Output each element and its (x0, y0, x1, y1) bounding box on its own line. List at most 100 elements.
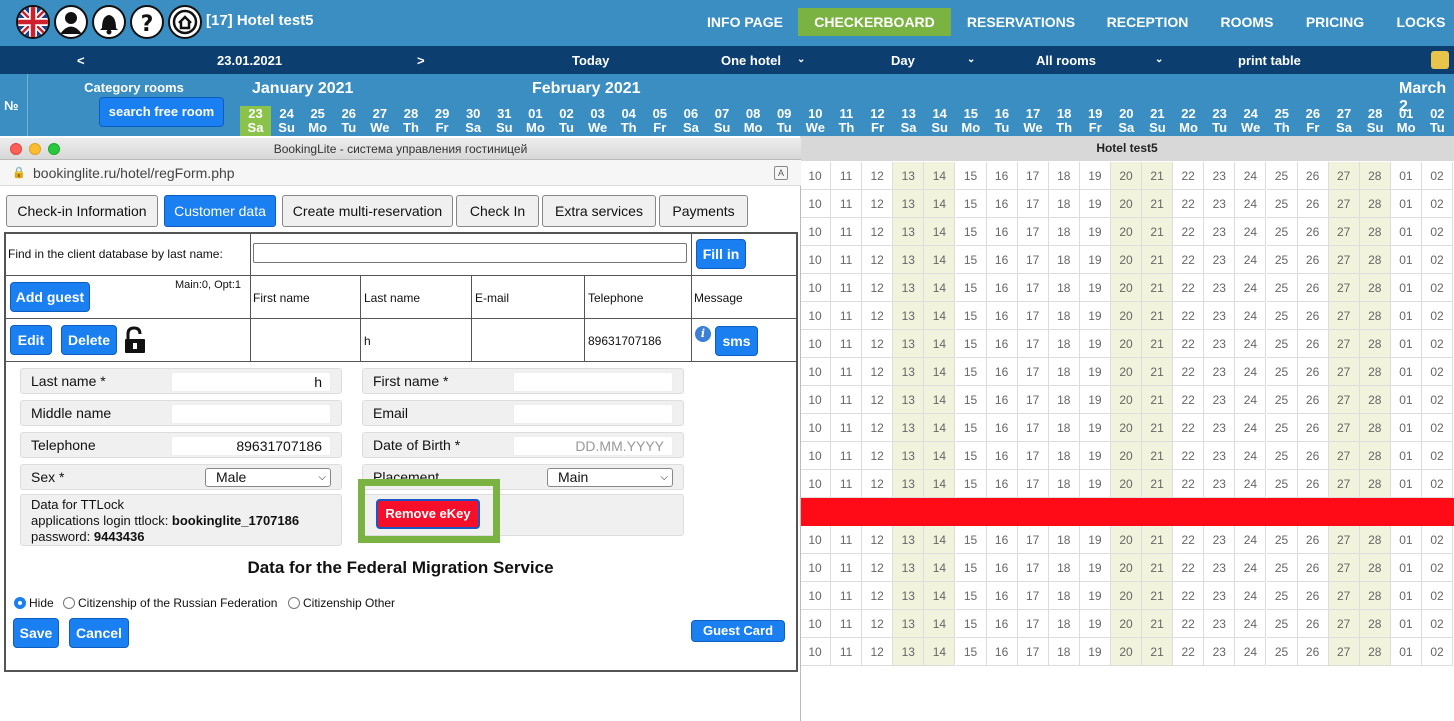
grid-cell[interactable]: 02 (1422, 414, 1453, 442)
grid-cell[interactable]: 12 (862, 610, 894, 638)
grid-cell[interactable]: 16 (986, 358, 1018, 386)
day-header-cell[interactable]: 06 Sa (675, 106, 706, 136)
grid-cell[interactable]: 22 (1173, 386, 1205, 414)
grid-cell[interactable]: 22 (1173, 498, 1205, 526)
grid-cell[interactable]: 22 (1173, 526, 1205, 554)
grid-cell[interactable]: 24 (1235, 610, 1267, 638)
grid-cell[interactable]: 13 (893, 386, 925, 414)
grid-cell[interactable]: 27 (1328, 302, 1360, 330)
grid-cell[interactable]: 15 (955, 610, 987, 638)
grid-cell[interactable]: 10 (800, 218, 831, 246)
grid-cell[interactable]: 24 (1235, 442, 1267, 470)
grid-cell[interactable]: 10 (800, 274, 831, 302)
grid-cell[interactable]: 13 (893, 330, 925, 358)
current-date[interactable]: 23.01.2021 (217, 53, 282, 68)
grid-cell[interactable]: 26 (1297, 554, 1329, 582)
grid-cell[interactable]: 21 (1142, 358, 1174, 386)
grid-cell[interactable]: 02 (1422, 330, 1453, 358)
grid-cell[interactable]: 20 (1111, 302, 1142, 330)
grid-cell[interactable]: 02 (1422, 274, 1453, 302)
nav-reception[interactable]: RECEPTION (1100, 8, 1195, 36)
nav-pricing[interactable]: PRICING (1300, 8, 1370, 36)
grid-cell[interactable]: 14 (924, 498, 956, 526)
grid-cell[interactable]: 22 (1173, 582, 1205, 610)
add-guest-button[interactable]: Add guest (10, 282, 90, 312)
grid-cell[interactable]: 25 (1266, 246, 1298, 274)
grid-cell[interactable]: 01 (1390, 190, 1422, 218)
grid-cell[interactable]: 19 (1079, 358, 1111, 386)
day-header-cell[interactable]: 21 Su (1142, 106, 1173, 136)
grid-cell[interactable]: 15 (955, 162, 987, 190)
grid-cell[interactable]: 18 (1048, 358, 1080, 386)
grid-cell[interactable]: 16 (986, 526, 1018, 554)
grid-cell[interactable]: 02 (1422, 610, 1453, 638)
grid-cell[interactable]: 22 (1173, 610, 1205, 638)
grid-cell[interactable]: 10 (800, 610, 831, 638)
user-icon[interactable] (54, 5, 88, 39)
grid-cell[interactable]: 26 (1297, 386, 1329, 414)
grid-cell[interactable]: 23 (1204, 386, 1236, 414)
day-header-cell[interactable]: 05 Fr (644, 106, 675, 136)
grid-cell[interactable]: 19 (1079, 246, 1111, 274)
grid-cell[interactable]: 17 (1017, 218, 1049, 246)
grid-cell[interactable]: 12 (862, 414, 894, 442)
grid-cell[interactable]: 10 (800, 582, 831, 610)
rooms-select[interactable]: All rooms (1036, 53, 1096, 68)
grid-cell[interactable]: 13 (893, 442, 925, 470)
grid-cell[interactable]: 16 (986, 302, 1018, 330)
guest-card-button[interactable]: Guest Card (691, 620, 785, 642)
grid-cell[interactable]: 27 (1328, 190, 1360, 218)
grid-cell[interactable]: 10 (800, 414, 831, 442)
grid-cell[interactable]: 24 (1235, 582, 1267, 610)
grid-cell[interactable]: 15 (955, 442, 987, 470)
grid-cell[interactable]: 14 (924, 218, 956, 246)
grid-cell[interactable]: 19 (1079, 526, 1111, 554)
fill-in-button[interactable]: Fill in (696, 239, 746, 269)
grid-cell[interactable]: 12 (862, 386, 894, 414)
uk-flag-icon[interactable] (16, 5, 50, 39)
grid-cell[interactable]: 27 (1328, 470, 1360, 498)
grid-cell[interactable]: 25 (1266, 582, 1298, 610)
grid-cell[interactable]: 01 (1390, 638, 1422, 666)
grid-cell[interactable]: 24 (1235, 162, 1267, 190)
grid-cell[interactable]: 14 (924, 330, 956, 358)
grid-cell[interactable]: 20 (1111, 638, 1142, 666)
grid-cell[interactable]: 12 (862, 162, 894, 190)
grid-cell[interactable]: 11 (831, 302, 863, 330)
grid-cell[interactable]: 12 (862, 246, 894, 274)
maximize-window-icon[interactable] (48, 143, 60, 155)
grid-cell[interactable]: 11 (831, 638, 863, 666)
radio-citizenship-other[interactable]: Citizenship Other (288, 596, 395, 610)
date-of-birth-input[interactable]: DD.MM.YYYY (513, 436, 673, 456)
grid-cell[interactable]: 23 (1204, 302, 1236, 330)
save-button[interactable]: Save (13, 618, 59, 648)
grid-cell[interactable]: 21 (1142, 498, 1174, 526)
grid-cell[interactable]: 19 (1079, 582, 1111, 610)
grid-cell[interactable]: 28 (1359, 442, 1391, 470)
day-header-cell[interactable]: 29 Fr (427, 106, 458, 136)
grid-cell[interactable]: 01 (1390, 554, 1422, 582)
grid-cell[interactable]: 28 (1359, 470, 1391, 498)
grid-cell[interactable]: 25 (1266, 274, 1298, 302)
grid-cell[interactable]: 18 (1048, 302, 1080, 330)
grid-cell[interactable]: 22 (1173, 162, 1205, 190)
grid-cell[interactable]: 26 (1297, 162, 1329, 190)
day-header-cell[interactable]: 23 Sa (240, 106, 271, 136)
grid-cell[interactable]: 17 (1017, 414, 1049, 442)
grid-cell[interactable]: 21 (1142, 414, 1174, 442)
grid-cell[interactable]: 12 (862, 274, 894, 302)
grid-cell[interactable]: 16 (986, 498, 1018, 526)
grid-cell[interactable]: 13 (893, 246, 925, 274)
tab-check-in-information[interactable]: Check-in Information (6, 195, 158, 227)
grid-cell[interactable]: 10 (800, 498, 831, 526)
grid-cell[interactable]: 22 (1173, 302, 1205, 330)
grid-cell[interactable]: 16 (986, 190, 1018, 218)
grid-cell[interactable]: 24 (1235, 302, 1267, 330)
grid-cell[interactable]: 12 (862, 638, 894, 666)
grid-cell[interactable]: 20 (1111, 358, 1142, 386)
day-header-cell[interactable]: 01 Mo (1391, 106, 1422, 136)
grid-cell[interactable]: 20 (1111, 386, 1142, 414)
grid-cell[interactable]: 26 (1297, 246, 1329, 274)
grid-cell[interactable]: 13 (893, 470, 925, 498)
grid-cell[interactable]: 14 (924, 190, 956, 218)
